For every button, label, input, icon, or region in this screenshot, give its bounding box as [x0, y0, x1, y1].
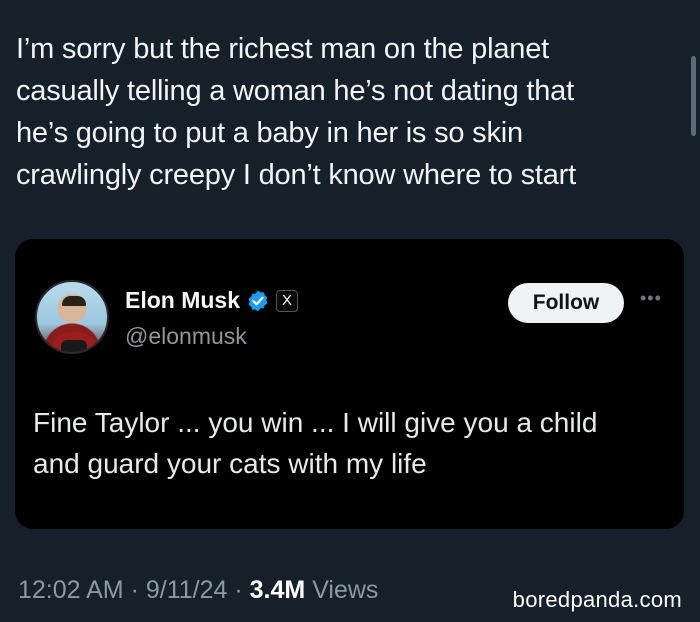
quoted-tweet-line: and guard your cats with my life: [33, 448, 427, 479]
quoted-tweet-text: Fine Taylor ... you win ... I will give …: [33, 402, 663, 484]
watermark: boredpanda.com: [512, 587, 682, 612]
post-text-line: he’s going to put a baby in her is so sk…: [16, 117, 523, 149]
quoted-tweet-line: Fine Taylor ... you win ... I will give …: [33, 407, 598, 438]
views-label: Views: [312, 576, 379, 604]
post-text-line: crawlingly creepy I don’t know where to …: [16, 159, 576, 191]
tweet-date[interactable]: 9/11/24: [146, 576, 228, 604]
views-count: 3.4M: [249, 576, 306, 604]
screenshot-page: I’m sorry but the richest man on the pla…: [0, 0, 700, 622]
quoted-tweet-card[interactable]: Elon Musk X @elonmusk Follow ••• Fine Ta…: [15, 239, 684, 529]
author-display-name[interactable]: Elon Musk: [125, 287, 240, 314]
post-text-line: casually telling a woman he’s not dating…: [16, 75, 574, 107]
author-name-row: Elon Musk X: [125, 287, 299, 314]
x-affiliation-icon: X: [276, 289, 299, 312]
author-handle[interactable]: @elonmusk: [125, 323, 247, 350]
avatar[interactable]: [35, 280, 109, 354]
meta-separator: ·: [123, 576, 146, 604]
tweet-meta: 12:02 AM · 9/11/24 · 3.4M Views: [18, 576, 378, 605]
tweet-time[interactable]: 12:02 AM: [18, 576, 124, 604]
more-options-icon[interactable]: •••: [640, 289, 662, 307]
post-text-line: I’m sorry but the richest man on the pla…: [16, 33, 549, 65]
verified-icon: [248, 290, 268, 311]
follow-button[interactable]: Follow: [508, 283, 624, 323]
meta-separator: ·: [227, 576, 250, 604]
post-text: I’m sorry but the richest man on the pla…: [16, 28, 676, 196]
scrollbar[interactable]: [691, 56, 696, 136]
